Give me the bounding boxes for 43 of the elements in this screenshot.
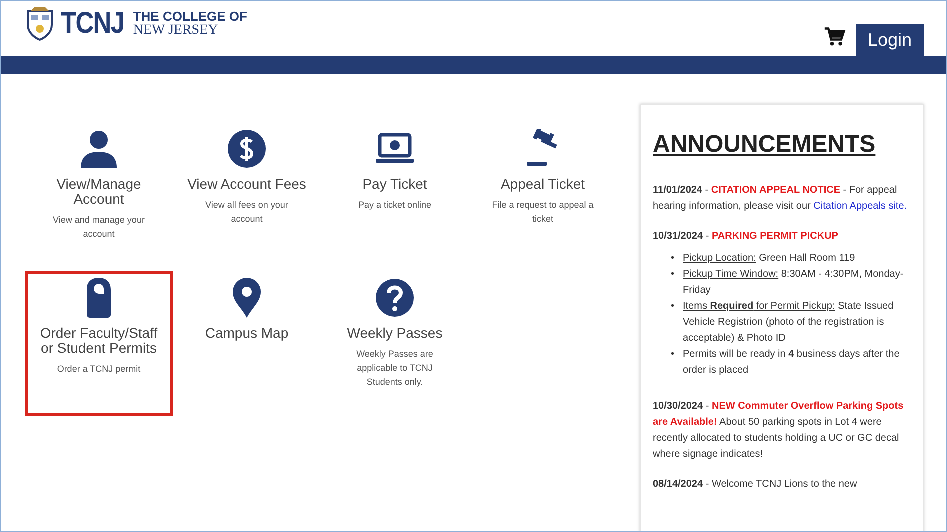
tile-card[interactable]: View Account Fees View all fees on your account bbox=[173, 126, 321, 271]
announcement-bullet: Pickup Location: Green Hall Room 119 bbox=[683, 252, 856, 266]
announcements-heading: ANNOUNCEMENTS bbox=[653, 131, 877, 159]
tile-description: View and manage your account bbox=[52, 214, 146, 241]
bullet-marker: • bbox=[671, 348, 676, 362]
announcement-text: 10/31/2024 - PARKING PERMIT PICKUP bbox=[653, 230, 840, 244]
tile-title: Appeal Ticket bbox=[500, 177, 586, 192]
tile-card[interactable]: Order Faculty/Staff or Student Permits Order a TCNJ permit bbox=[25, 271, 173, 416]
announcement-bullet: Permits will be ready in 4 business days after the order is placed bbox=[683, 348, 901, 378]
tile-description: Order a TCNJ permit bbox=[57, 363, 141, 376]
logo-text: THE COLLEGE OF bbox=[133, 10, 248, 24]
tile-title: Order Faculty/Staff or Student Permits bbox=[39, 326, 159, 356]
person-icon bbox=[79, 129, 119, 169]
announcement-text: 10/30/2024 - NEW Commuter Overflow Parking Spots are Available! About 50 parking spots in Lot 4 were recently allocated to students holding a UC or GC decal where signage indicates! bbox=[653, 400, 905, 462]
announcement-text: 08/14/2024 - Welcome TCNJ Lions to the new bbox=[653, 478, 858, 492]
tile-title: Pay Ticket bbox=[362, 177, 428, 192]
cart-icon[interactable] bbox=[824, 26, 846, 48]
tile-description: Pay a ticket online bbox=[358, 199, 432, 212]
tile-title: Weekly Passes bbox=[347, 326, 443, 341]
tile-card[interactable]: Campus Map bbox=[173, 271, 321, 416]
door-hanger-icon bbox=[86, 278, 112, 318]
dollar-icon bbox=[227, 129, 267, 169]
bullet-marker: • bbox=[671, 252, 676, 266]
tile-card[interactable]: View/Manage Account View and manage your account bbox=[25, 126, 173, 271]
tile-title: View/Manage Account bbox=[56, 177, 142, 207]
tile-card[interactable]: Appeal Ticket File a request to appeal a ticket bbox=[469, 126, 617, 271]
map-pin-icon bbox=[232, 278, 262, 318]
announcement-text: 11/01/2024 - CITATION APPEAL NOTICE - For appeal hearing information, please visit our Citation Appeals site. bbox=[653, 184, 908, 214]
logo-wordmark: TCNJ bbox=[61, 7, 124, 41]
tile-description: View all fees on your account bbox=[204, 199, 290, 226]
tile-card[interactable]: Weekly Passes Weekly Passes are applicable to TCNJ Students only. bbox=[321, 271, 469, 416]
tile-card[interactable]: Pay Ticket Pay a ticket online bbox=[321, 126, 469, 271]
bullet-marker: • bbox=[671, 268, 676, 282]
shield-logo-icon bbox=[25, 7, 55, 41]
tile-description: File a request to appeal a ticket bbox=[491, 199, 595, 226]
tile-description: Weekly Passes are applicable to TCNJ Students only. bbox=[356, 348, 434, 389]
tile-title: Campus Map bbox=[205, 326, 289, 341]
bullet-marker: • bbox=[671, 300, 676, 314]
logo-text: NEW JERSEY bbox=[133, 24, 220, 38]
citation-appeals-link[interactable]: Citation Appeals site. bbox=[814, 201, 908, 212]
login-button[interactable]: Login bbox=[856, 24, 924, 56]
help-icon bbox=[375, 278, 415, 318]
tile-title: View Account Fees bbox=[188, 177, 306, 192]
